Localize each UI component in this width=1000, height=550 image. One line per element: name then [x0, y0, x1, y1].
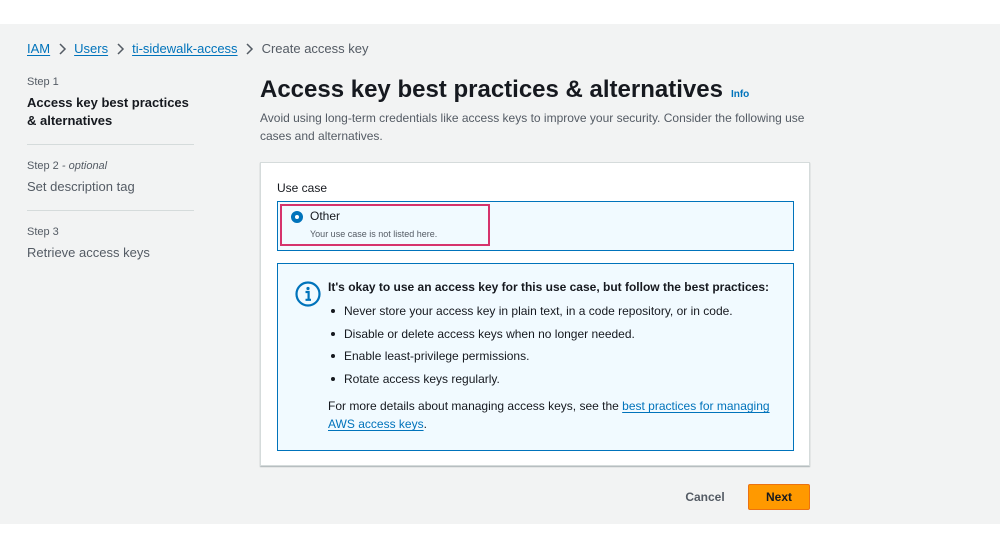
page-title-text: Access key best practices & alternatives	[260, 76, 723, 103]
breadcrumb-users-link[interactable]: Users	[74, 41, 108, 56]
step-3: Step 3 Retrieve access keys	[27, 225, 194, 276]
option-title: Other	[310, 209, 341, 223]
chevron-right-icon	[50, 42, 74, 55]
list-item: Rotate access keys regularly.	[328, 370, 733, 393]
list-item: Enable least-privilege permissions.	[328, 347, 733, 370]
best-practices-list: Never store your access key in plain tex…	[328, 302, 733, 392]
list-item: Disable or delete access keys when no lo…	[328, 325, 733, 348]
breadcrumb-user-link[interactable]: ti-sidewalk-access	[132, 41, 237, 56]
best-practices-alert: It's okay to use an access key for this …	[277, 263, 794, 451]
step-2: Step 2 - optional Set description tag	[27, 159, 194, 211]
step-number: Step 2	[27, 160, 59, 172]
step-optional-label: - optional	[58, 160, 108, 172]
alert-heading: It's okay to use an access key for this …	[328, 280, 770, 294]
use-case-option-other[interactable]: Other Your use case is not listed here.	[277, 201, 794, 251]
chevron-right-icon	[238, 42, 262, 55]
radio-selected[interactable]	[291, 211, 303, 223]
breadcrumb: IAM Users ti-sidewalk-access Create acce…	[27, 41, 369, 56]
step-title: Retrieve access keys	[27, 245, 150, 260]
list-item: Never store your access key in plain tex…	[328, 302, 733, 325]
info-circle-icon	[295, 281, 321, 307]
wizard-steps: Step 1 Access key best practices & alter…	[27, 75, 194, 290]
use-case-label: Use case	[277, 181, 328, 195]
next-button[interactable]: Next	[748, 484, 810, 510]
step-number: Step 1	[27, 76, 59, 88]
chevron-right-icon	[108, 42, 132, 55]
breadcrumb-iam-link[interactable]: IAM	[27, 41, 50, 56]
page-title: Access key best practices & alternatives…	[260, 76, 749, 104]
option-subtitle: Your use case is not listed here.	[310, 229, 438, 239]
cancel-button[interactable]: Cancel	[670, 484, 740, 510]
step-title: Set description tag	[27, 179, 135, 194]
breadcrumb-current: Create access key	[261, 41, 369, 56]
alert-more-text: For more details about managing access k…	[328, 397, 778, 433]
page-description: Avoid using long-term credentials like a…	[260, 111, 805, 143]
alert-more-prefix: For more details about managing access k…	[328, 399, 623, 413]
alert-more-suffix: .	[423, 417, 427, 431]
use-case-panel: Use case Other Your use case is not list…	[260, 162, 810, 466]
step-1: Step 1 Access key best practices & alter…	[27, 75, 194, 145]
page-canvas: IAM Users ti-sidewalk-access Create acce…	[0, 24, 1000, 524]
step-number: Step 3	[27, 226, 59, 238]
step-title: Access key best practices & alternatives	[27, 95, 189, 128]
info-link[interactable]: Info	[731, 89, 749, 100]
